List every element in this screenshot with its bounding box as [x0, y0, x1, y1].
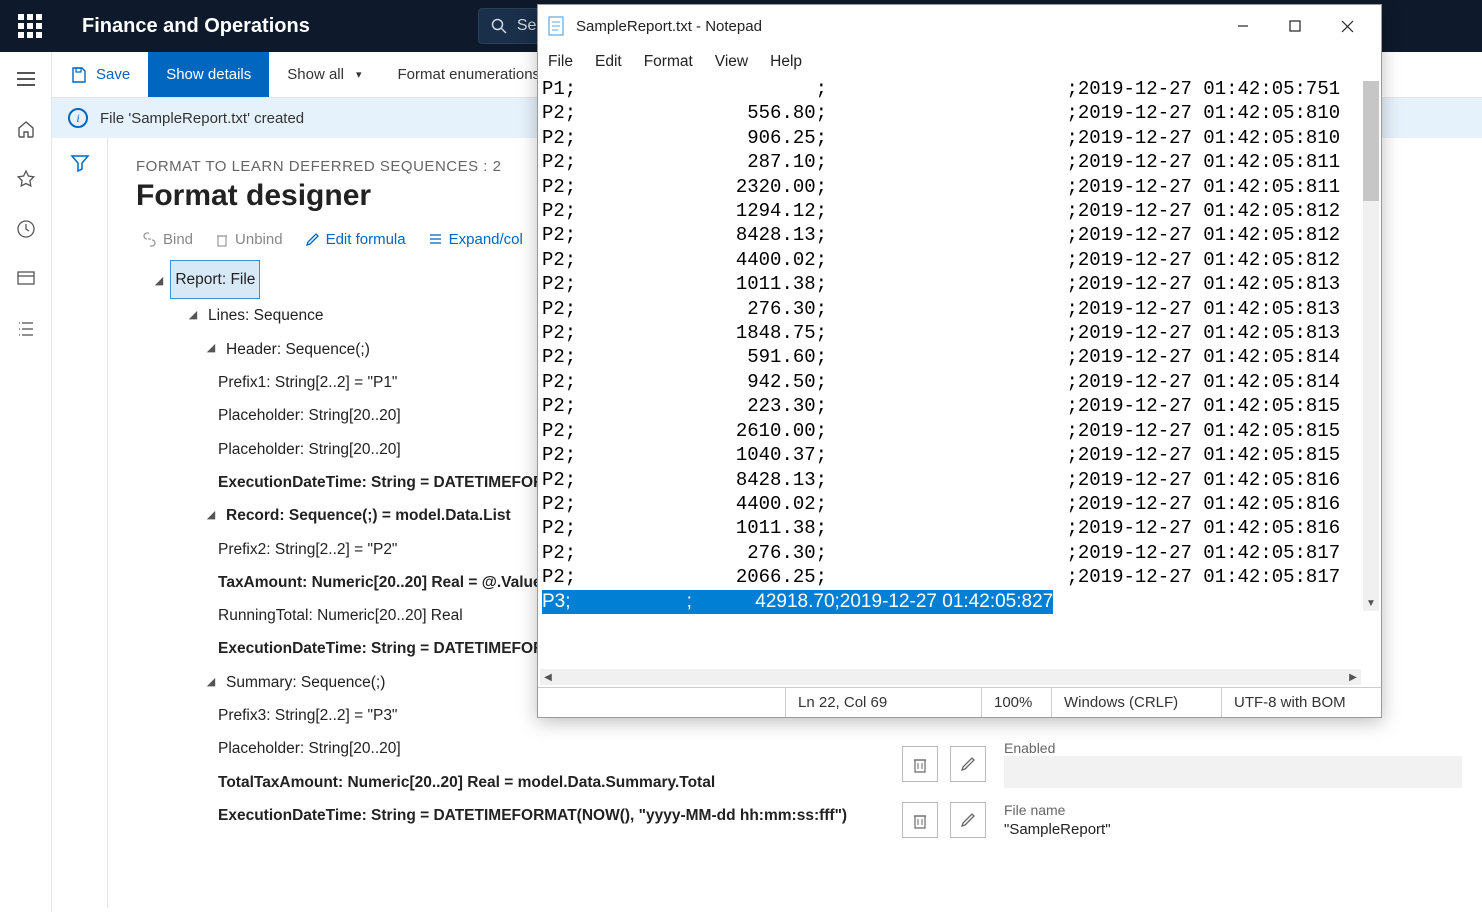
star-icon[interactable] — [15, 168, 37, 190]
notepad-icon — [546, 14, 566, 38]
info-icon: i — [68, 108, 88, 128]
home-icon[interactable] — [15, 118, 37, 140]
scroll-left-icon[interactable]: ◀ — [540, 669, 556, 685]
delete-button[interactable] — [902, 746, 938, 782]
delete-button[interactable] — [902, 802, 938, 838]
app-brand: Finance and Operations — [82, 15, 310, 38]
edit-button[interactable] — [950, 746, 986, 782]
caret-icon[interactable]: ◢ — [186, 304, 200, 328]
workspace-icon[interactable] — [15, 268, 37, 290]
filename-value: "SampleReport" — [1004, 821, 1462, 838]
status-position: Ln 22, Col 69 — [785, 688, 981, 717]
app-launcher-icon[interactable] — [18, 14, 42, 38]
menu-edit[interactable]: Edit — [595, 53, 622, 71]
edit-formula-button[interactable]: Edit formula — [305, 231, 406, 248]
scroll-thumb[interactable] — [1363, 81, 1379, 201]
vertical-scrollbar[interactable]: ▲▼ — [1363, 81, 1379, 611]
caret-icon[interactable]: ◢ — [152, 270, 166, 294]
menu-file[interactable]: File — [548, 53, 573, 71]
scroll-down-icon[interactable]: ▼ — [1363, 595, 1379, 611]
expand-collapse-button[interactable]: Expand/col — [428, 231, 523, 248]
horizontal-scrollbar[interactable]: ◀▶ — [540, 669, 1361, 685]
unbind-button[interactable]: Unbind — [215, 231, 283, 248]
notepad-text-area[interactable]: P1; ; ;2019-12-27 01:42:05:751 P2; 556.8… — [538, 77, 1381, 687]
save-button[interactable]: Save — [52, 52, 148, 97]
show-details-button[interactable]: Show details — [148, 52, 269, 97]
menu-help[interactable]: Help — [770, 53, 802, 71]
filename-label: File name — [1004, 802, 1462, 818]
minimize-button[interactable] — [1217, 6, 1269, 46]
menu-icon[interactable] — [15, 68, 37, 90]
menu-format[interactable]: Format — [644, 53, 693, 71]
status-zoom: 100% — [981, 688, 1051, 717]
caret-icon[interactable]: ◢ — [204, 671, 218, 695]
notepad-title: SampleReport.txt - Notepad — [576, 18, 762, 35]
status-encoding: UTF-8 with BOM — [1221, 688, 1381, 717]
search-icon — [491, 18, 507, 34]
status-eol: Windows (CRLF) — [1051, 688, 1221, 717]
show-all-button[interactable]: Show all▾ — [269, 52, 379, 97]
filter-column — [52, 138, 108, 908]
notepad-titlebar[interactable]: SampleReport.txt - Notepad — [538, 5, 1381, 47]
maximize-button[interactable] — [1269, 6, 1321, 46]
notepad-statusbar: Ln 22, Col 69 100% Windows (CRLF) UTF-8 … — [538, 687, 1381, 717]
scroll-right-icon[interactable]: ▶ — [1345, 669, 1361, 685]
close-button[interactable] — [1321, 6, 1373, 46]
chevron-down-icon: ▾ — [356, 68, 362, 81]
bind-button[interactable]: Bind — [142, 231, 193, 248]
notepad-window: SampleReport.txt - Notepad File Edit For… — [537, 4, 1382, 718]
edit-button[interactable] — [950, 802, 986, 838]
left-rail — [0, 52, 52, 912]
modules-icon[interactable] — [15, 318, 37, 340]
menu-view[interactable]: View — [715, 53, 748, 71]
save-label: Save — [96, 66, 130, 83]
tree-node-report[interactable]: Report: File — [170, 260, 260, 299]
recent-icon[interactable] — [15, 218, 37, 240]
enabled-field[interactable] — [1004, 756, 1462, 788]
info-message: File 'SampleReport.txt' created — [100, 110, 304, 127]
enabled-label: Enabled — [1004, 740, 1462, 756]
filter-icon[interactable] — [69, 152, 91, 908]
caret-icon[interactable]: ◢ — [204, 504, 218, 528]
notepad-menubar: File Edit Format View Help — [538, 47, 1381, 77]
format-enum-button[interactable]: Format enumerations — [380, 52, 559, 97]
properties-panel: Enabled File name "SampleReport" — [902, 740, 1462, 852]
caret-icon[interactable]: ◢ — [204, 337, 218, 361]
